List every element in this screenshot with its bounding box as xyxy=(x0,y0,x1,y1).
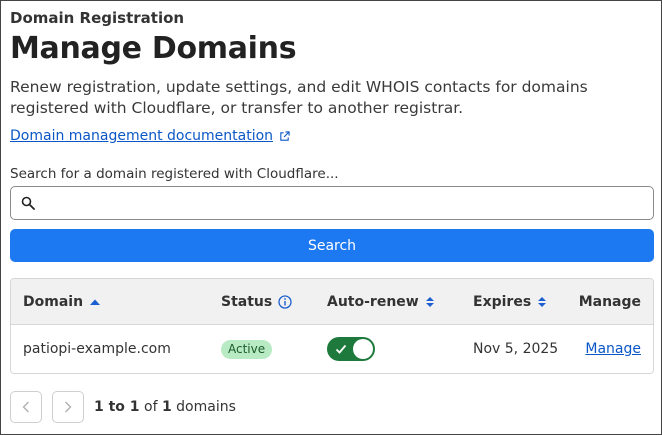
expires-date: Nov 5, 2025 xyxy=(473,341,559,357)
pagination: 1 to 1 of 1 domains xyxy=(10,391,652,423)
column-header-expires-label: Expires xyxy=(473,293,532,310)
auto-renew-toggle[interactable] xyxy=(327,337,375,361)
info-icon[interactable] xyxy=(278,294,292,309)
table-row: patiopi-example.com Active Nov 5, 2025 M… xyxy=(11,325,653,373)
table-header: Domain Status Auto-renew Expires Manage xyxy=(11,279,653,325)
section-eyebrow: Domain Registration xyxy=(10,9,185,27)
column-header-domain[interactable]: Domain xyxy=(23,279,101,324)
documentation-link-label: Domain management documentation xyxy=(10,128,274,144)
column-header-expires[interactable]: Expires xyxy=(473,279,547,324)
check-icon xyxy=(335,344,347,354)
search-icon xyxy=(21,196,35,210)
domains-table: Domain Status Auto-renew Expires Manage … xyxy=(10,278,654,374)
search-box xyxy=(10,186,654,220)
page-description: Renew registration, update settings, and… xyxy=(10,78,588,117)
pagination-range: 1 to 1 xyxy=(94,399,140,415)
toggle-knob xyxy=(353,339,373,359)
status-cell: Active xyxy=(221,325,273,373)
search-button[interactable]: Search xyxy=(10,229,654,262)
sort-icon xyxy=(425,296,435,308)
chevron-right-icon xyxy=(65,401,72,413)
pagination-unit: domains xyxy=(176,399,236,415)
documentation-link[interactable]: Domain management documentation xyxy=(10,127,290,145)
pagination-of: of xyxy=(144,399,158,415)
page: Domain Registration Manage Domains Renew… xyxy=(0,0,662,435)
chevron-left-icon xyxy=(22,401,29,413)
domain-name: patiopi-example.com xyxy=(23,341,171,357)
column-header-status-label: Status xyxy=(221,293,273,310)
column-header-domain-label: Domain xyxy=(23,293,84,310)
sort-ascending-icon xyxy=(89,298,101,306)
previous-page-button[interactable] xyxy=(10,391,42,423)
manage-cell: Manage xyxy=(585,325,641,373)
column-header-manage: Manage xyxy=(578,293,641,310)
column-header-status: Status xyxy=(221,279,292,324)
pagination-total: 1 xyxy=(161,399,172,415)
page-title: Manage Domains xyxy=(10,31,297,66)
status-badge: Active xyxy=(221,339,273,359)
auto-renew-cell xyxy=(327,325,375,373)
column-header-auto-renew[interactable]: Auto-renew xyxy=(327,279,435,324)
next-page-button[interactable] xyxy=(52,391,84,423)
sort-icon xyxy=(537,296,547,308)
manage-link[interactable]: Manage xyxy=(585,341,641,357)
search-label: Search for a domain registered with Clou… xyxy=(10,166,339,182)
column-header-auto-renew-label: Auto-renew xyxy=(327,293,419,310)
search-input[interactable] xyxy=(43,188,653,218)
external-link-icon xyxy=(280,130,290,141)
pagination-summary: 1 to 1 of 1 domains xyxy=(94,399,236,415)
